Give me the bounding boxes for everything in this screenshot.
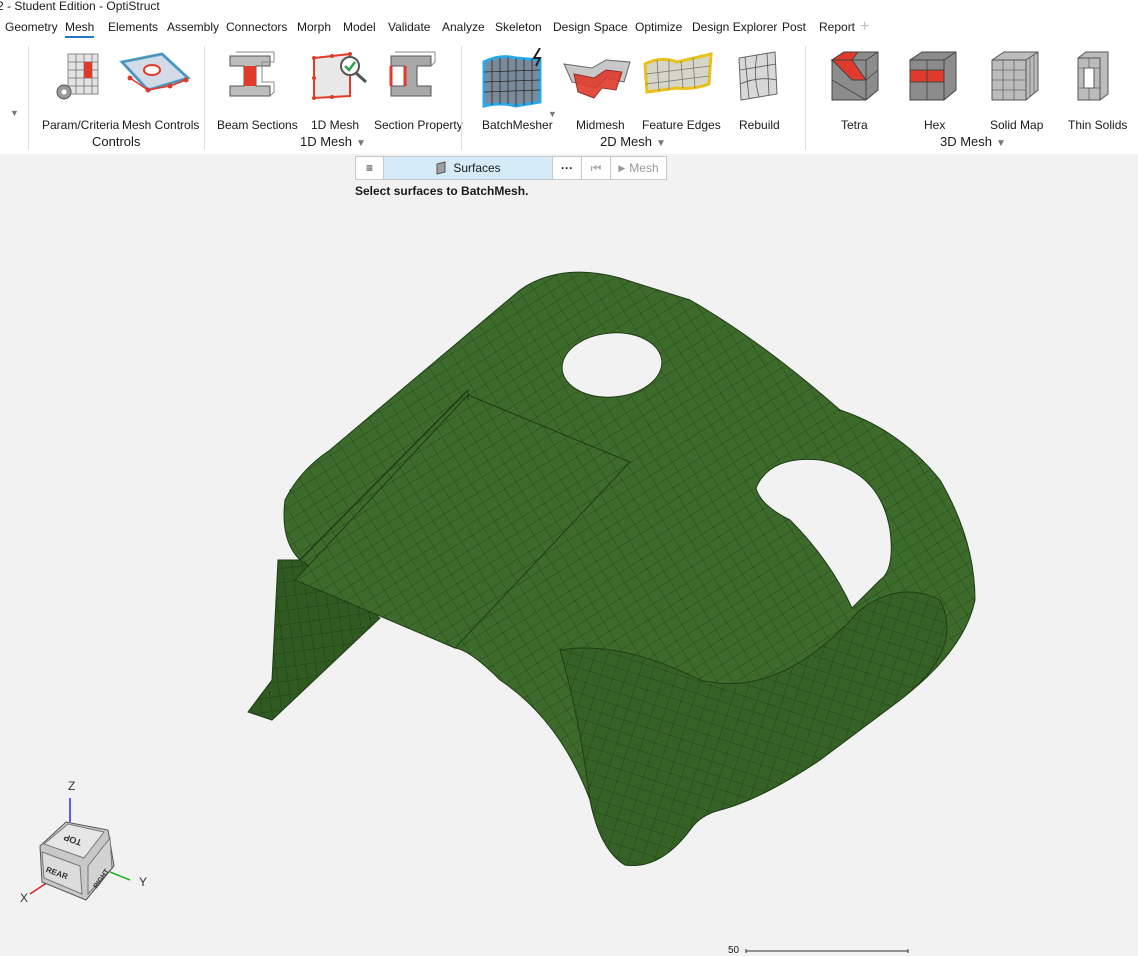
menu-validate[interactable]: Validate bbox=[388, 20, 430, 34]
3d-mesh-group-label[interactable]: 3D Mesh ▼ bbox=[940, 134, 1006, 149]
menu-geometry[interactable]: Geometry bbox=[5, 20, 58, 34]
y-axis bbox=[109, 871, 131, 881]
beam-sections-label: Beam Sections bbox=[217, 118, 298, 132]
batchmesher-label: BatchMesher bbox=[482, 118, 553, 132]
menu-skeleton[interactable]: Skeleton bbox=[495, 20, 542, 34]
rebuild-icon bbox=[738, 51, 778, 101]
chevron-down-icon: ▼ bbox=[996, 138, 1006, 149]
mesh-button[interactable]: ▶ Mesh bbox=[611, 157, 666, 179]
guide-menu-button[interactable]: ≡ bbox=[356, 157, 384, 179]
tetra-label: Tetra bbox=[841, 118, 868, 132]
feature-edges-tool[interactable]: Feature Edges bbox=[641, 48, 721, 132]
mesh-controls-label: Mesh Controls bbox=[122, 118, 200, 132]
3d-mesh-group-text: 3D Mesh bbox=[940, 134, 993, 149]
menu-assembly[interactable]: Assembly bbox=[167, 20, 219, 34]
menu-connectors[interactable]: Connectors bbox=[226, 20, 287, 34]
section-property-tool[interactable]: Section Property bbox=[373, 48, 463, 132]
feature-edges-icon bbox=[643, 52, 713, 94]
1d-mesh-group-text: 1D Mesh bbox=[300, 134, 353, 149]
mesh-controls-tool[interactable]: Mesh Controls bbox=[118, 48, 199, 132]
menu-report[interactable]: Report bbox=[819, 20, 855, 34]
divider bbox=[461, 46, 462, 150]
batchmesher-tool[interactable]: BatchMesher bbox=[478, 48, 556, 132]
ellipsis-icon: ··· bbox=[561, 161, 573, 175]
menu-morph[interactable]: Morph bbox=[297, 20, 331, 34]
tetra-tool[interactable]: Tetra bbox=[828, 48, 882, 132]
status-prompt: Select surfaces to BatchMesh. bbox=[355, 184, 529, 198]
chevron-down-icon: ▼ bbox=[356, 138, 366, 149]
hex-tool[interactable]: Hex bbox=[906, 48, 960, 132]
divider bbox=[204, 46, 205, 150]
surfaces-selector[interactable]: Surfaces bbox=[384, 157, 553, 179]
batchmesh-guide-bar: ≡ Surfaces ··· ⏮ ▶ Mesh bbox=[355, 156, 667, 180]
hex-label: Hex bbox=[924, 118, 946, 132]
mesh-controls-icon bbox=[119, 52, 191, 93]
1d-mesh-icon bbox=[312, 52, 368, 100]
beam-sections-icon bbox=[229, 51, 275, 97]
menu-design-space[interactable]: Design Space bbox=[553, 20, 628, 34]
midmesh-tool[interactable]: Midmesh bbox=[560, 48, 632, 132]
solid-map-label: Solid Map bbox=[990, 118, 1044, 132]
rebuild-label: Rebuild bbox=[739, 118, 780, 132]
menu-elements[interactable]: Elements bbox=[108, 20, 158, 34]
ribbon-overflow-icon[interactable]: ▼ bbox=[10, 108, 19, 118]
thin-solids-tool[interactable]: Thin Solids bbox=[1066, 48, 1128, 132]
rebuild-tool[interactable]: Rebuild bbox=[735, 48, 785, 132]
param-criteria-label: Param/Criteria bbox=[42, 118, 120, 132]
x-axis-label: X bbox=[20, 891, 28, 905]
feature-edges-label: Feature Edges bbox=[642, 118, 721, 132]
add-tab-icon[interactable]: + bbox=[860, 19, 869, 35]
1d-mesh-group-label[interactable]: 1D Mesh ▼ bbox=[300, 134, 366, 149]
param-criteria-tool[interactable]: Param/Criteria bbox=[42, 48, 119, 132]
menu-mesh[interactable]: Mesh bbox=[65, 20, 95, 38]
menu-analyze[interactable]: Analyze bbox=[442, 20, 485, 34]
menu-design-explorer[interactable]: Design Explorer bbox=[692, 20, 777, 34]
beam-sections-tool[interactable]: Beam Sections bbox=[216, 48, 298, 132]
chevron-down-icon: ▼ bbox=[656, 138, 666, 149]
window-title: 2 - Student Edition - OptiStruct bbox=[0, 0, 160, 13]
more-options-button[interactable]: ··· bbox=[553, 157, 582, 179]
controls-group-label: Controls bbox=[92, 134, 141, 149]
menu-model[interactable]: Model bbox=[343, 20, 376, 34]
solid-map-tool[interactable]: Solid Map bbox=[986, 48, 1044, 132]
divider bbox=[805, 46, 806, 150]
menu-optimize[interactable]: Optimize bbox=[635, 20, 682, 34]
play-icon: ▶ bbox=[618, 162, 626, 173]
section-property-label: Section Property bbox=[374, 118, 463, 132]
first-step-button[interactable]: ⏮ bbox=[582, 157, 611, 179]
scale-bar: 50 bbox=[728, 945, 909, 956]
title-bar: 2 - Student Edition - OptiStruct bbox=[0, 0, 1138, 14]
section-property-icon bbox=[389, 51, 436, 97]
midmesh-icon bbox=[563, 59, 631, 99]
y-axis-label: Y bbox=[139, 875, 147, 889]
divider bbox=[28, 46, 29, 150]
mesh-button-label: Mesh bbox=[629, 161, 659, 175]
2d-mesh-group-label[interactable]: 2D Mesh ▼ bbox=[600, 134, 666, 149]
surfaces-selector-label: Surfaces bbox=[453, 161, 501, 175]
thin-solids-icon bbox=[1077, 51, 1109, 101]
1d-mesh-label: 1D Mesh bbox=[311, 118, 360, 132]
skip-back-icon: ⏮ bbox=[590, 160, 602, 175]
surface-icon bbox=[436, 161, 446, 175]
thin-solids-label: Thin Solids bbox=[1068, 118, 1128, 132]
2d-mesh-group-text: 2D Mesh bbox=[600, 134, 653, 149]
graphics-viewport[interactable] bbox=[0, 200, 1138, 955]
tetra-icon bbox=[830, 51, 879, 101]
scale-label: 50 bbox=[728, 945, 740, 956]
1d-mesh-tool[interactable]: 1D Mesh bbox=[308, 48, 368, 132]
param-criteria-icon bbox=[56, 53, 99, 100]
midmesh-label: Midmesh bbox=[576, 118, 625, 132]
z-axis-label: Z bbox=[68, 779, 75, 793]
batchmesher-icon bbox=[482, 48, 542, 108]
ribbon: ▼ Param/Criteria Mesh Controls Controls bbox=[0, 40, 1138, 154]
view-cube[interactable]: Z Y X TOP REAR RIGHT bbox=[18, 776, 158, 911]
scale-ruler bbox=[745, 949, 909, 953]
hex-icon bbox=[909, 51, 957, 101]
menu-post[interactable]: Post bbox=[782, 20, 806, 34]
menu-bar: Geometry Mesh Elements Assembly Connecto… bbox=[0, 14, 1138, 40]
solid-map-icon bbox=[991, 51, 1039, 101]
hamburger-icon: ≡ bbox=[365, 161, 373, 175]
batchmesher-dropdown-icon[interactable]: ▼ bbox=[548, 109, 557, 119]
